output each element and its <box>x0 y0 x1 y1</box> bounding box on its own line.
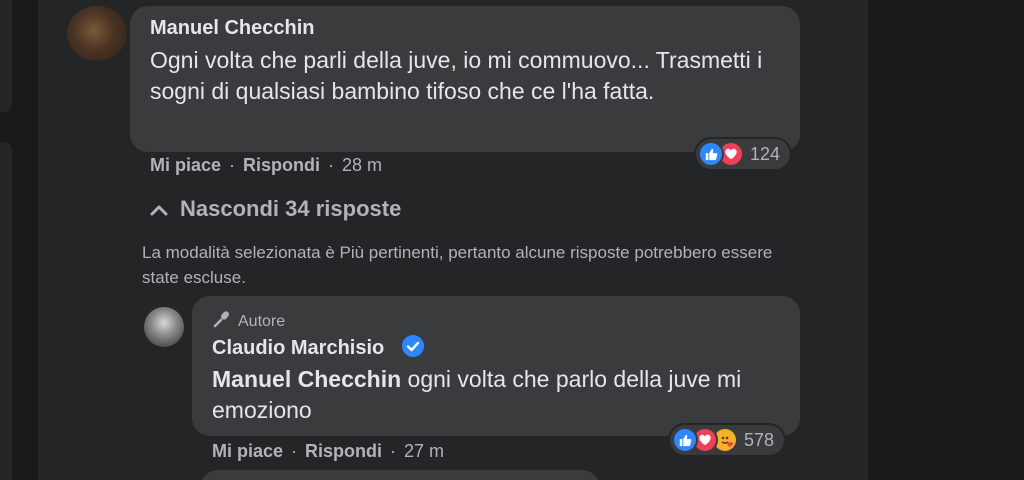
like-icon <box>698 141 724 167</box>
comment-text: Ogni volta che parli della juve, io mi c… <box>150 47 763 104</box>
separator: · <box>328 155 335 175</box>
next-reply-bubble <box>200 470 600 480</box>
chevron-up-icon <box>150 196 168 222</box>
reaction-count: 124 <box>750 143 781 164</box>
hide-replies-button[interactable]: Nascondi 34 risposte <box>150 196 401 222</box>
reaction-count: 578 <box>744 429 775 450</box>
comment-actions: Mi piace · Rispondi · 28 m <box>150 155 382 176</box>
reply-button[interactable]: Rispondi <box>243 155 320 176</box>
reply-actions: Mi piace · Rispondi · 27 m <box>212 441 444 462</box>
microphone-icon <box>212 309 232 334</box>
like-button[interactable]: Mi piace <box>150 155 221 176</box>
reply-text: Manuel Checchin ogni volta che parlo del… <box>212 364 782 426</box>
comment-author-name[interactable]: Manuel Checchin <box>150 17 314 40</box>
reactions-summary[interactable]: 124 <box>696 139 791 169</box>
reply-author-name[interactable]: Claudio Marchisio <box>212 337 384 360</box>
sort-notice: La modalità selezionata è Più pertinenti… <box>142 243 773 287</box>
verified-check-icon <box>402 335 424 357</box>
adjacent-card-edge <box>0 0 12 112</box>
reply-button[interactable]: Rispondi <box>305 441 382 462</box>
author-badge: Autore <box>212 309 285 334</box>
comment-timestamp[interactable]: 28 m <box>342 155 382 176</box>
like-icon <box>672 427 698 453</box>
separator: · <box>229 155 236 175</box>
separator: · <box>390 441 397 461</box>
adjacent-card-edge <box>0 142 12 480</box>
like-button[interactable]: Mi piace <box>212 441 283 462</box>
hide-replies-label: Nascondi 34 risposte <box>180 196 402 221</box>
avatar[interactable] <box>144 307 184 347</box>
avatar[interactable] <box>67 6 127 61</box>
author-badge-label: Autore <box>238 312 286 330</box>
mention-link[interactable]: Manuel Checchin <box>212 366 401 392</box>
reactions-summary[interactable]: 578 <box>670 425 785 455</box>
reply-timestamp[interactable]: 27 m <box>404 441 444 462</box>
separator: · <box>291 441 298 461</box>
